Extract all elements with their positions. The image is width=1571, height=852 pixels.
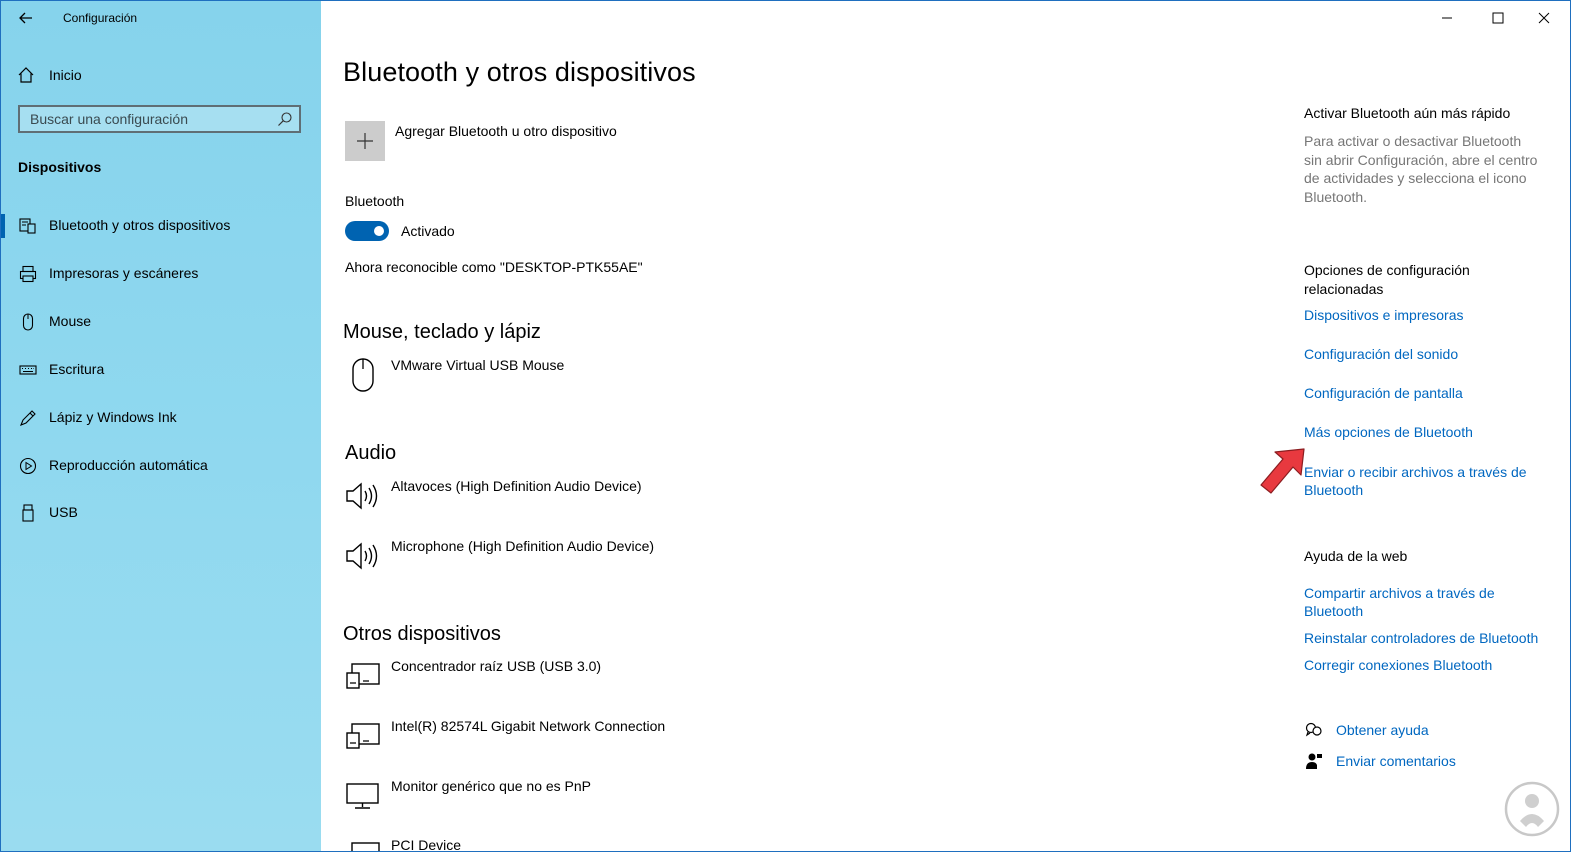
device-name: Intel(R) 82574L Gigabit Network Connecti… (391, 718, 666, 734)
sidebar-item-label: Reproducción automática (49, 457, 208, 473)
app-title: Configuración (63, 11, 138, 25)
minimize-button[interactable] (1425, 5, 1469, 31)
link-fix-connections[interactable]: Corregir conexiones Bluetooth (1304, 656, 1544, 674)
sidebar-item-typing[interactable]: Escritura (1, 350, 321, 390)
main-content: Bluetooth y otros dispositivos Agregar B… (321, 1, 1570, 851)
feedback-icon (1304, 751, 1324, 771)
group-heading-audio: Audio (345, 442, 397, 464)
monitor-icon (345, 778, 381, 814)
close-button[interactable] (1522, 5, 1566, 31)
device-item[interactable]: PCI Device (345, 837, 905, 852)
speaker-icon (345, 538, 381, 574)
related-heading: Opciones de configuración relacionadas (1304, 262, 1470, 297)
device-name: Microphone (High Definition Audio Device… (391, 538, 655, 554)
device-item[interactable]: VMware Virtual USB Mouse (345, 357, 905, 401)
device-item[interactable]: Intel(R) 82574L Gigabit Network Connecti… (345, 718, 905, 762)
link-display-settings[interactable]: Configuración de pantalla (1304, 384, 1544, 402)
search-box (18, 105, 301, 133)
speaker-icon (345, 478, 381, 514)
quick-heading: Activar Bluetooth aún más rápido (1304, 105, 1511, 121)
device-item[interactable]: Monitor genérico que no es PnP (345, 778, 905, 822)
annotation-arrow-icon (1260, 448, 1305, 494)
quick-text: Para activar o desactivar Bluetooth sin … (1304, 133, 1538, 205)
sidebar-item-mouse[interactable]: Mouse (1, 302, 321, 342)
plus-icon (357, 133, 373, 149)
sidebar-item-printers[interactable]: Impresoras y escáneres (1, 254, 321, 294)
bluetooth-state-text: Activado (401, 223, 455, 239)
search-icon[interactable] (277, 111, 293, 127)
pen-icon (18, 408, 38, 428)
watermark-logo-icon (1504, 781, 1560, 837)
page-title: Bluetooth y otros dispositivos (343, 57, 696, 87)
sidebar-item-label: Impresoras y escáneres (49, 265, 199, 281)
back-arrow-icon (19, 12, 32, 24)
device-name: PCI Device (391, 837, 462, 852)
minimize-icon (1442, 17, 1452, 19)
toggle-knob (374, 226, 384, 236)
settings-window: Configuración Inicio Dispositivos Blueto… (0, 0, 1571, 852)
printer-icon (18, 264, 38, 284)
sidebar-item-label: Lápiz y Windows Ink (49, 409, 177, 425)
get-help-label: Obtener ayuda (1336, 722, 1429, 738)
sidebar-item-home[interactable]: Inicio (17, 63, 82, 87)
device-item[interactable]: Microphone (High Definition Audio Device… (345, 538, 905, 582)
device-name: Concentrador raíz USB (USB 3.0) (391, 658, 602, 674)
sidebar: Configuración Inicio Dispositivos Blueto… (1, 1, 321, 851)
back-button[interactable] (13, 7, 39, 29)
link-devices-printers[interactable]: Dispositivos e impresoras (1304, 306, 1544, 324)
device-name: Monitor genérico que no es PnP (391, 778, 592, 794)
feedback-label: Enviar comentarios (1336, 753, 1456, 769)
group-heading-other: Otros dispositivos (343, 623, 501, 645)
sidebar-home-label: Inicio (49, 67, 82, 83)
bluetooth-devices-icon (18, 216, 38, 236)
chat-help-icon (1304, 720, 1324, 740)
sidebar-item-usb[interactable]: USB (1, 493, 321, 533)
keyboard-icon (18, 360, 38, 380)
add-device-button[interactable] (345, 121, 385, 161)
device-name: Altavoces (High Definition Audio Device) (391, 478, 642, 494)
sidebar-item-label: USB (49, 504, 78, 520)
mouse-icon (345, 357, 381, 393)
bluetooth-label: Bluetooth (345, 193, 405, 209)
device-item[interactable]: Altavoces (High Definition Audio Device) (345, 478, 905, 522)
maximize-icon (1492, 12, 1504, 24)
sidebar-item-label: Escritura (49, 361, 105, 377)
maximize-button[interactable] (1476, 5, 1520, 31)
link-reinstall-drivers[interactable]: Reinstalar controladores de Bluetooth (1304, 629, 1554, 647)
active-indicator (1, 214, 5, 238)
group-heading-mouse: Mouse, teclado y lápiz (343, 321, 541, 343)
sidebar-item-label: Mouse (49, 313, 92, 329)
link-more-bluetooth-options[interactable]: Más opciones de Bluetooth (1304, 423, 1544, 441)
sidebar-item-bluetooth[interactable]: Bluetooth y otros dispositivos (1, 206, 321, 246)
mouse-icon (18, 312, 38, 332)
discoverable-text: Ahora reconocible como "DESKTOP-PTK55AE" (345, 259, 643, 275)
web-help-heading: Ayuda de la web (1304, 548, 1408, 564)
home-icon (18, 67, 34, 83)
bluetooth-toggle[interactable] (345, 221, 389, 241)
link-sound-settings[interactable]: Configuración del sonido (1304, 345, 1544, 363)
generic-device-icon (345, 658, 381, 694)
sidebar-item-pen[interactable]: Lápiz y Windows Ink (1, 398, 321, 438)
link-share-files[interactable]: Compartir archivos a través de Bluetooth (1304, 584, 1504, 620)
sidebar-item-label: Bluetooth y otros dispositivos (49, 217, 231, 233)
device-name: VMware Virtual USB Mouse (391, 357, 565, 373)
link-send-receive-files[interactable]: Enviar o recibir archivos a través de Bl… (1304, 463, 1534, 499)
close-icon (1538, 12, 1550, 24)
generic-device-icon (345, 837, 381, 851)
sidebar-item-autoplay[interactable]: Reproducción automática (1, 446, 321, 486)
add-device-label[interactable]: Agregar Bluetooth u otro dispositivo (395, 123, 617, 139)
search-input[interactable] (20, 107, 280, 131)
generic-device-icon (345, 718, 381, 754)
sidebar-section-title: Dispositivos (18, 159, 102, 175)
device-item[interactable]: Concentrador raíz USB (USB 3.0) (345, 658, 905, 702)
usb-icon (18, 503, 38, 523)
autoplay-icon (18, 456, 38, 476)
